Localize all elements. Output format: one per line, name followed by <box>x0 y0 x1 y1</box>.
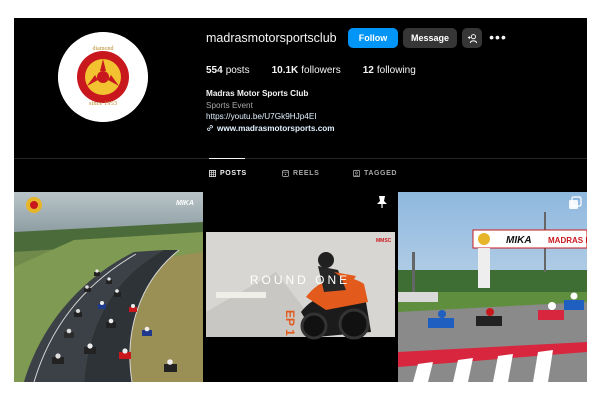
follow-button[interactable]: Follow <box>348 28 398 48</box>
suggest-user-button[interactable] <box>462 28 482 48</box>
grid-icon <box>209 170 216 177</box>
post-episode-label: EP 1 <box>283 310 297 336</box>
following-stat[interactable]: 12 following <box>363 65 416 76</box>
tab-posts[interactable]: POSTS <box>209 170 247 177</box>
instagram-profile-window: diamond since 1953 madrasmotorsportsclub… <box>14 18 587 382</box>
post-thumbnail[interactable]: MMSC ROUND ONE EP 1 <box>206 192 395 382</box>
tab-tagged[interactable]: TAGGED <box>353 170 397 177</box>
post-thumbnail[interactable]: MIKA MADRAS KAR <box>398 192 587 382</box>
banner-logo: MIKA <box>506 235 532 246</box>
active-tab-indicator <box>209 158 245 159</box>
profile-display-name: Madras Motor Sports Club <box>206 89 309 98</box>
post-overlay-logo: MIKA <box>176 200 194 207</box>
link-icon <box>207 125 213 132</box>
add-person-icon <box>467 33 477 43</box>
avatar-bottom-text: since 1953 <box>89 100 117 107</box>
reels-icon <box>282 170 289 177</box>
profile-category: Sports Event <box>206 100 253 110</box>
posts-stat[interactable]: 554 posts <box>206 65 250 76</box>
post-thumbnail[interactable]: MIKA <box>14 192 203 382</box>
banner-text: MADRAS KAR <box>548 236 587 245</box>
profile-stats: 554 posts 10.1K followers 12 following <box>206 65 416 76</box>
profile-username: madrasmotorsportsclub <box>206 31 337 45</box>
message-button[interactable]: Message <box>403 28 457 48</box>
bio-youtube-link[interactable]: https://youtu.be/U7Gk9HJp4EI <box>206 111 335 123</box>
tagged-icon <box>353 170 360 177</box>
profile-avatar[interactable]: diamond since 1953 <box>58 32 148 122</box>
svg-text:MMSC: MMSC <box>376 238 392 244</box>
profile-bio: Madras Motor Sports Club Sports Event ht… <box>206 88 335 134</box>
post-title: ROUND ONE <box>250 273 350 287</box>
tab-reels[interactable]: REELS <box>282 170 319 177</box>
more-options-icon[interactable]: ••• <box>488 27 508 47</box>
followers-stat[interactable]: 10.1K followers <box>272 65 341 76</box>
bio-website-link[interactable]: www.madrasmotorsports.com <box>206 123 335 135</box>
tabs-divider <box>14 158 587 159</box>
